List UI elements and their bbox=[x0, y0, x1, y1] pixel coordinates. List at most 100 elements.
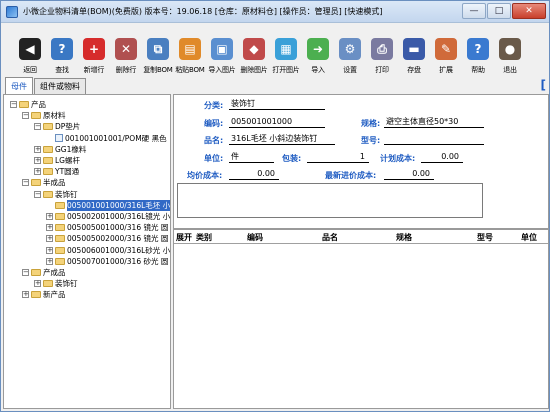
col-spec[interactable]: 规格 bbox=[396, 232, 412, 243]
expand-icon[interactable]: + bbox=[46, 235, 53, 243]
paste-bom-button[interactable]: ▤ 粘贴BOM bbox=[174, 35, 206, 77]
collapse-icon[interactable]: − bbox=[22, 179, 29, 187]
tree-node[interactable]: + GG1橡料 bbox=[34, 144, 86, 155]
expand-icon[interactable]: + bbox=[34, 168, 41, 176]
print-icon: ⎙ bbox=[371, 38, 393, 60]
add-icon: + bbox=[83, 38, 105, 60]
tree-node[interactable]: +005002001000/316L镜光 小 bbox=[46, 211, 170, 222]
expand-icon[interactable]: + bbox=[34, 280, 41, 288]
category-field[interactable]: 装饰钉 bbox=[229, 99, 325, 110]
copy-bom-button[interactable]: ⧉ 复制BOM bbox=[142, 35, 174, 77]
delete-image-label: 删除图片 bbox=[240, 66, 268, 74]
exit-button[interactable]: ● 退出 bbox=[494, 35, 526, 77]
tree-node[interactable]: − 产成品 bbox=[22, 267, 66, 278]
col-code[interactable]: 编码 bbox=[247, 232, 263, 243]
tree-node[interactable]: − 原材料 bbox=[22, 110, 66, 121]
minimize-button[interactable]: — bbox=[462, 3, 486, 19]
search-button[interactable]: ? 查找 bbox=[46, 35, 78, 77]
tree-node[interactable]: + 装饰钉 bbox=[34, 278, 78, 289]
help-icon: ? bbox=[467, 38, 489, 60]
col-name[interactable]: 品名 bbox=[322, 232, 338, 243]
settings-button[interactable]: ⚙ 设置 bbox=[334, 35, 366, 77]
folder-icon bbox=[31, 112, 41, 120]
tree-node[interactable]: 005001001000/316L毛坯 小 bbox=[46, 199, 170, 211]
collapse-icon[interactable]: − bbox=[34, 190, 41, 198]
tab-components[interactable]: 组件或物料 bbox=[34, 78, 86, 94]
detail-panel: 分类: 装饰钉 编码: 005001001000 规格: 避空主体直径50*30… bbox=[173, 94, 549, 229]
tree-node-label: 原材料 bbox=[43, 111, 66, 121]
col-unit[interactable]: 单位 bbox=[521, 232, 537, 243]
open-image-button[interactable]: ▦ 打开图片 bbox=[270, 35, 302, 77]
spec-field[interactable]: 避空主体直径50*30 bbox=[384, 117, 484, 128]
tree-node[interactable]: + 新产品 bbox=[22, 289, 66, 300]
save-button[interactable]: ▬ 存盘 bbox=[398, 35, 430, 77]
expand-icon[interactable]: + bbox=[46, 246, 53, 254]
close-button[interactable]: ✕ bbox=[512, 3, 546, 19]
toolbar: ◀ 返回? 查找 + 新增行 ✕ 删除行 ⧉ 复制BOM ▤ 粘贴BOM ▣ 导入图片 ◆ 删除图片 ▦ 打开图… bbox=[1, 35, 549, 77]
col-model[interactable]: 型号 bbox=[477, 232, 493, 243]
back-button[interactable]: ◀ 返回 bbox=[14, 35, 46, 77]
tree-node[interactable]: 001001001001/POM硬 黑色 bbox=[46, 133, 167, 144]
tree-node-label: LG螺杆 bbox=[55, 156, 80, 165]
help-label: 帮助 bbox=[471, 66, 485, 74]
tree-node[interactable]: +005005001000/316 镜光 圆 bbox=[46, 222, 168, 233]
app-icon bbox=[6, 5, 18, 18]
avg-cost-field[interactable]: 0.00 bbox=[229, 169, 279, 180]
import-image-button[interactable]: ▣ 导入图片 bbox=[206, 35, 238, 77]
tree-node[interactable]: +005007001000/316 砂光 圆 bbox=[46, 256, 168, 267]
tree-node[interactable]: − 产品 bbox=[10, 99, 46, 110]
category-label: 分类: bbox=[204, 101, 224, 110]
plan-cost-label: 计划成本: bbox=[380, 154, 416, 163]
last-cost-field[interactable]: 0.00 bbox=[384, 169, 434, 180]
extend-button[interactable]: ✎ 扩展 bbox=[430, 35, 462, 77]
category-tree[interactable]: − 产品 − 原材料 − DP垫片 001001001001/POM硬 黑色 + GG1橡料 + L… bbox=[3, 94, 171, 409]
tree-node[interactable]: − 半成品 bbox=[22, 177, 66, 188]
print-button[interactable]: ⎙ 打印 bbox=[366, 35, 398, 77]
components-grid[interactable]: 展开 类别 编码 品名 规格 型号 单位 bbox=[173, 229, 549, 409]
folder-icon bbox=[43, 145, 53, 153]
window-title: 小微企业物料清单(BOM)(免费版) 版本号：19.06.18 [仓库：原材料仓… bbox=[23, 7, 383, 16]
col-category[interactable]: 类别 bbox=[196, 232, 212, 243]
name-field[interactable]: 316L毛坯 小斜边装饰钉 bbox=[229, 134, 335, 145]
collapse-icon[interactable]: − bbox=[22, 112, 29, 120]
avg-cost-label: 均价成本: bbox=[187, 171, 223, 180]
expand-icon[interactable]: + bbox=[34, 157, 41, 164]
collapse-icon[interactable]: − bbox=[34, 123, 41, 131]
tree-node[interactable]: + LG螺杆 bbox=[34, 155, 80, 166]
code-field[interactable]: 005001001000 bbox=[229, 117, 325, 128]
help-button[interactable]: ? 帮助 bbox=[462, 35, 494, 77]
collapse-icon[interactable]: − bbox=[22, 269, 29, 276]
col-expand[interactable]: 展开 bbox=[176, 232, 192, 243]
settings-label: 设置 bbox=[343, 66, 357, 74]
model-field[interactable] bbox=[384, 134, 484, 145]
expand-icon[interactable]: + bbox=[34, 145, 41, 153]
memo-box[interactable] bbox=[177, 183, 483, 218]
tree-node[interactable]: − 装饰钉 bbox=[34, 189, 78, 200]
back-label: 返回 bbox=[23, 66, 37, 74]
import-button[interactable]: ➜ 导入 bbox=[302, 35, 334, 77]
collapse-icon[interactable]: − bbox=[10, 101, 17, 108]
expand-icon[interactable]: + bbox=[46, 213, 53, 220]
maximize-button[interactable]: □ bbox=[487, 3, 511, 19]
import-icon: ➜ bbox=[307, 38, 329, 60]
title-bar[interactable]: 小微企业物料清单(BOM)(免费版) 版本号：19.06.18 [仓库：原材料仓… bbox=[1, 1, 549, 23]
plan-cost-field[interactable]: 0.00 bbox=[421, 152, 463, 163]
tree-node[interactable]: +005006001000/316L砂光 小 bbox=[46, 245, 170, 256]
copy-bom-label: 复制BOM bbox=[143, 66, 173, 74]
add-button[interactable]: + 新增行 bbox=[78, 35, 110, 77]
tree-node[interactable]: − DP垫片 bbox=[34, 121, 80, 132]
folder-icon bbox=[55, 235, 65, 243]
delete-row-button[interactable]: ✕ 删除行 bbox=[110, 35, 142, 77]
tree-node[interactable]: +005005002000/316 镜光 圆 bbox=[46, 233, 168, 244]
expand-icon[interactable]: + bbox=[46, 224, 53, 232]
unit-field[interactable]: 件 bbox=[229, 152, 274, 163]
pack-field[interactable]: 1 bbox=[307, 152, 369, 163]
delete-image-icon: ◆ bbox=[243, 38, 265, 60]
tree-node[interactable]: + YT圆通 bbox=[34, 166, 79, 177]
expand-icon[interactable]: + bbox=[22, 291, 29, 299]
tab-parent[interactable]: 母件 bbox=[5, 77, 33, 94]
expand-icon[interactable]: + bbox=[46, 257, 53, 265]
folder-icon bbox=[43, 190, 53, 198]
delete-image-button[interactable]: ◆ 删除图片 bbox=[238, 35, 270, 77]
grid-header: 展开 类别 编码 品名 规格 型号 单位 bbox=[174, 230, 548, 244]
